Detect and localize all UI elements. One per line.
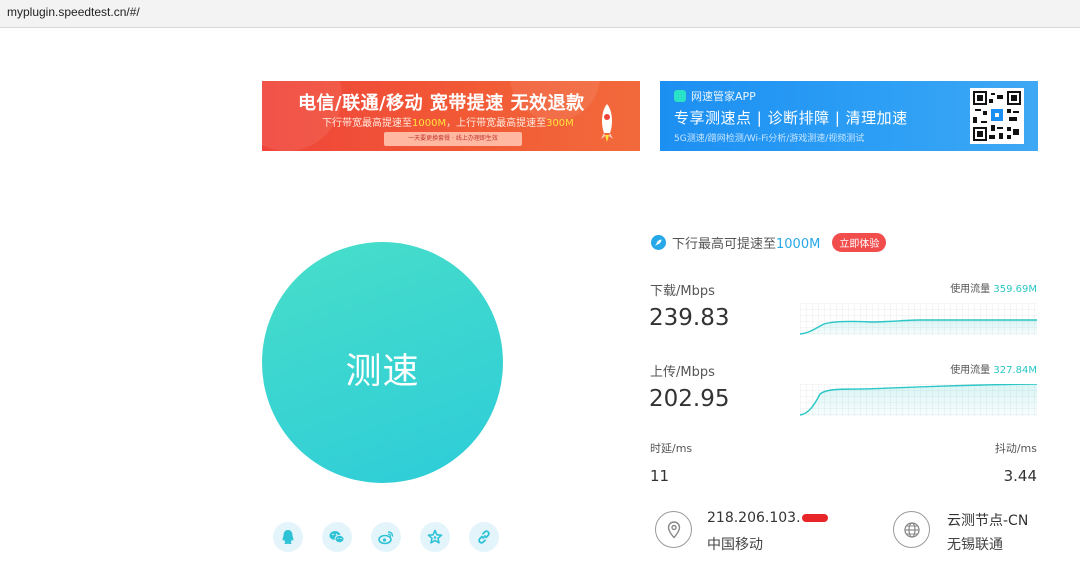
upload-usage: 使用流量 327.84M xyxy=(950,365,1037,376)
wechat-icon xyxy=(329,531,345,544)
download-label: 下载/Mbps xyxy=(650,284,715,299)
share-qq-button[interactable] xyxy=(273,522,303,552)
rocket-icon xyxy=(601,104,613,142)
app-logo-icon xyxy=(674,90,686,102)
try-now-button[interactable]: 立即体验 xyxy=(832,233,887,252)
upload-usage-value: 327.84M xyxy=(993,365,1037,376)
download-usage: 使用流量 359.69M xyxy=(950,284,1037,295)
share-favorite-button[interactable] xyxy=(420,522,450,552)
download-value: 239.83 xyxy=(649,305,730,331)
broadband-ad-subtitle: 下行带宽最高提速至1000M，上行带宽最高提速至300M xyxy=(322,118,574,129)
app-ad-subtitle: 5G测速/蹭网检测/Wi-Fi分析/游戏测速/视频测试 xyxy=(674,134,865,144)
share-wechat-button[interactable] xyxy=(322,522,352,552)
latency-label: 时延/ms xyxy=(650,442,693,455)
upload-speed-graph xyxy=(800,384,1037,416)
server-name[interactable]: 云测节点-CN xyxy=(947,510,1028,530)
share-weibo-button[interactable] xyxy=(371,522,401,552)
link-icon xyxy=(478,530,490,544)
broadband-ad-headline: 电信/联通/移动 宽带提速 无效退款 xyxy=(298,93,585,114)
client-isp: 中国移动 xyxy=(707,537,763,553)
url-text[interactable]: myplugin.speedtest.cn/#/ xyxy=(7,5,140,19)
latency-value: 11 xyxy=(650,467,670,485)
app-ad-banner[interactable]: 网速管家APP 专享测速点 | 诊断排障 | 清理加速 5G测速/蹭网检测/Wi… xyxy=(660,81,1038,151)
start-test-button[interactable]: 测速 xyxy=(262,242,503,483)
qq-icon xyxy=(282,530,294,544)
jitter-label: 抖动/ms xyxy=(994,442,1037,455)
weibo-icon xyxy=(378,531,394,545)
app-ad-brand: 网速管家APP xyxy=(674,88,756,104)
qr-code xyxy=(970,88,1024,144)
download-usage-value: 359.69M xyxy=(993,284,1037,295)
app-ad-headline: 专享测速点 | 诊断排障 | 清理加速 xyxy=(674,109,908,127)
upload-value: 202.95 xyxy=(649,386,730,412)
server-location: 无锡联通 xyxy=(947,537,1003,553)
jitter-value: 3.44 xyxy=(1003,467,1037,485)
favorite-star-icon xyxy=(427,529,443,544)
promo-text: 下行最高可提速至1000M xyxy=(672,237,821,252)
browser-address-bar[interactable]: myplugin.speedtest.cn/#/ xyxy=(0,0,1080,28)
share-link-button[interactable] xyxy=(469,522,499,552)
ip-redaction-mark xyxy=(801,514,828,522)
broadband-ad-strip: 一天要更换套餐 · 线上办理即生效 xyxy=(384,132,522,146)
speed-upgrade-promo: 下行最高可提速至1000M 立即体验 xyxy=(651,233,887,252)
rocket-icon xyxy=(651,235,666,250)
broadband-ad-banner[interactable]: 电信/联通/移动 宽带提速 无效退款 下行带宽最高提速至1000M，上行带宽最高… xyxy=(262,81,640,151)
upload-label: 上传/Mbps xyxy=(650,365,715,380)
share-bar xyxy=(273,522,499,552)
client-ip: 218.206.103. xyxy=(707,510,828,526)
location-pin-icon xyxy=(655,511,692,548)
download-speed-graph xyxy=(800,303,1037,335)
start-test-label: 测速 xyxy=(345,351,420,392)
globe-icon xyxy=(893,511,930,548)
